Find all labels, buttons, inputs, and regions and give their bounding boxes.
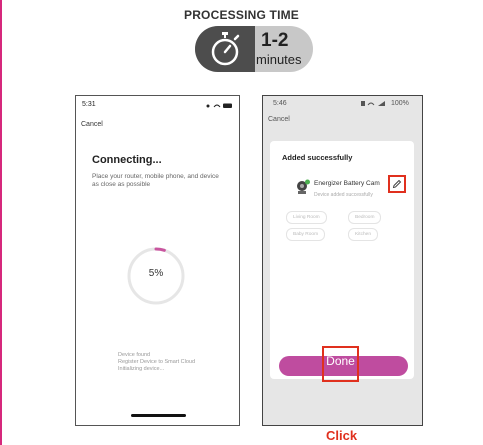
badge-icon-area (195, 26, 255, 72)
done-button-label: Done (326, 354, 355, 368)
progress-percent: 5% (148, 268, 164, 279)
added-successfully-screen: 5:46 100% Cancel Added successfully Ener… (262, 95, 423, 426)
cancel-link[interactable]: Cancel (268, 116, 290, 123)
click-instruction: Click (326, 428, 358, 443)
status-icons (206, 103, 232, 108)
connecting-screen: 5:31 Cancel Connecting... Place your rou… (75, 95, 240, 426)
edit-name-button[interactable] (388, 175, 406, 193)
processing-time-badge: 1-2 minutes (195, 26, 313, 72)
processing-time-unit: minutes (256, 52, 302, 67)
device-status: Device added successfully (314, 192, 373, 198)
battery-level: 100% (391, 100, 409, 107)
room-chip[interactable]: Kitchen (348, 228, 378, 241)
page-edge-bar (0, 0, 2, 445)
status-time: 5:46 (273, 100, 287, 107)
room-chip[interactable]: Living Room (286, 211, 327, 224)
room-chip[interactable]: Bedroom (348, 211, 382, 224)
status-time: 5:31 (82, 101, 96, 108)
status-line: Device found (118, 352, 151, 358)
pencil-icon (392, 179, 402, 189)
stopwatch-icon (211, 32, 240, 66)
connection-status-list: Device found Register Device to Smart Cl… (118, 352, 195, 373)
home-indicator (131, 414, 186, 417)
processing-time-value: 1-2 (261, 30, 289, 51)
sheet-title: Added successfully (282, 153, 353, 162)
status-icons (361, 101, 385, 106)
room-chip[interactable]: Baby Room (286, 228, 326, 241)
status-line: Register Device to Smart Cloud (118, 359, 196, 365)
connecting-title: Connecting... (92, 154, 162, 166)
cancel-link[interactable]: Cancel (81, 121, 103, 128)
device-name: Energizer Battery Cam (314, 180, 380, 187)
result-sheet: Added successfully Energizer Battery Cam… (270, 141, 414, 379)
processing-time-title: PROCESSING TIME (183, 8, 299, 22)
camera-icon (297, 179, 310, 194)
status-line: Initializing device... (118, 366, 165, 372)
connecting-description: Place your router, mobile phone, and dev… (92, 173, 219, 188)
